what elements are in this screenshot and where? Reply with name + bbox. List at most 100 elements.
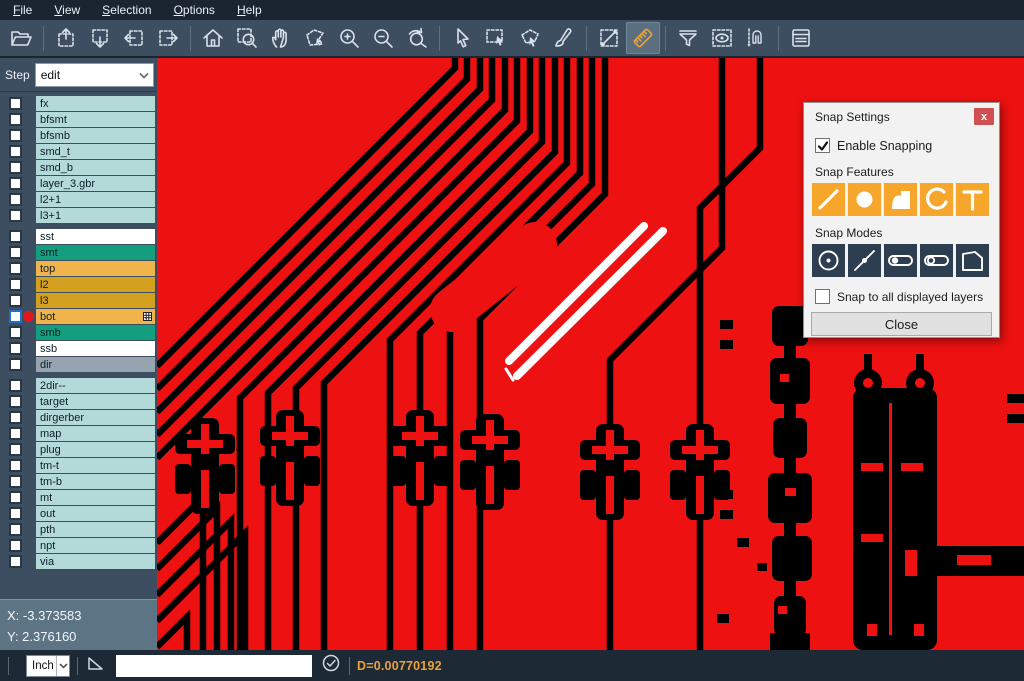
zoom-in-button[interactable]: [332, 22, 366, 54]
layer-name-cell[interactable]: bot: [36, 309, 155, 324]
layer-name-cell[interactable]: smb: [36, 325, 155, 340]
unit-combobox[interactable]: Inch: [26, 655, 70, 677]
layer-name-cell[interactable]: l2+1: [36, 192, 155, 207]
layer-name-cell[interactable]: mt: [36, 490, 155, 505]
layer-row-top[interactable]: top: [0, 260, 157, 276]
layer-visibility-checkbox[interactable]: [9, 246, 22, 259]
layer-visibility-checkbox[interactable]: [9, 97, 22, 110]
layer-row-smb[interactable]: smb: [0, 324, 157, 340]
snap-button[interactable]: [739, 22, 773, 54]
layer-visibility-checkbox[interactable]: [9, 230, 22, 243]
layer-visibility-checkbox[interactable]: [9, 411, 22, 424]
snap-feature-arc-button[interactable]: [920, 183, 953, 216]
measure-input[interactable]: [116, 655, 312, 677]
layer-visibility-checkbox[interactable]: [9, 523, 22, 536]
layer-visibility-checkbox[interactable]: [9, 129, 22, 142]
layer-row-smd_t[interactable]: smd_t: [0, 143, 157, 159]
step-combobox[interactable]: edit: [35, 63, 154, 87]
layer-visibility-checkbox[interactable]: [9, 113, 22, 126]
layer-row-smt[interactable]: smt: [0, 244, 157, 260]
layer-name-cell[interactable]: pth: [36, 522, 155, 537]
layer-visibility-checkbox[interactable]: [9, 539, 22, 552]
layer-visibility-checkbox[interactable]: [9, 443, 22, 456]
layer-row-bot[interactable]: bot: [0, 308, 157, 324]
layer-visibility-checkbox[interactable]: [9, 209, 22, 222]
layer-row-2dir--[interactable]: 2dir--: [0, 377, 157, 393]
menu-options[interactable]: Options: [163, 3, 226, 17]
layer-row-dir[interactable]: dir: [0, 356, 157, 372]
layer-visibility-checkbox[interactable]: [9, 193, 22, 206]
snap-mode-slot-outline-button[interactable]: [920, 244, 953, 277]
layer-visibility-checkbox[interactable]: [9, 379, 22, 392]
layer-row-plug[interactable]: plug: [0, 441, 157, 457]
pan-hand-button[interactable]: [264, 22, 298, 54]
layer-name-cell[interactable]: top: [36, 261, 155, 276]
enable-snapping-checkbox[interactable]: [815, 138, 830, 153]
zoom-polygon-button[interactable]: [298, 22, 332, 54]
layer-name-cell[interactable]: plug: [36, 442, 155, 457]
layer-row-dirgerber[interactable]: dirgerber: [0, 409, 157, 425]
pan-up-button[interactable]: [49, 22, 83, 54]
layer-visibility-checkbox[interactable]: [9, 459, 22, 472]
layer-name-cell[interactable]: dir: [36, 357, 155, 372]
dialog-close-action-button[interactable]: Close: [811, 312, 992, 336]
layer-row-l2[interactable]: l2: [0, 276, 157, 292]
view-options-button[interactable]: [705, 22, 739, 54]
layer-name-cell[interactable]: tm-b: [36, 474, 155, 489]
layer-visibility-checkbox[interactable]: [9, 395, 22, 408]
layer-name-cell[interactable]: map: [36, 426, 155, 441]
layer-row-l2+1[interactable]: l2+1: [0, 191, 157, 207]
layer-row-npt[interactable]: npt: [0, 537, 157, 553]
layer-row-tm-b[interactable]: tm-b: [0, 473, 157, 489]
layer-name-cell[interactable]: l2: [36, 277, 155, 292]
layer-row-via[interactable]: via: [0, 553, 157, 569]
layer-row-l3[interactable]: l3: [0, 292, 157, 308]
layer-name-cell[interactable]: smt: [36, 245, 155, 260]
layer-name-cell[interactable]: tm-t: [36, 458, 155, 473]
layer-visibility-checkbox[interactable]: [9, 507, 22, 520]
snap-mode-corner-button[interactable]: [956, 244, 989, 277]
zoom-window-button[interactable]: [230, 22, 264, 54]
layer-visibility-checkbox[interactable]: [9, 342, 22, 355]
grid-icon[interactable]: [143, 312, 152, 321]
layer-name-cell[interactable]: smd_t: [36, 144, 155, 159]
layer-visibility-checkbox[interactable]: [9, 326, 22, 339]
dialog-close-button[interactable]: x: [974, 108, 994, 125]
layer-name-cell[interactable]: l3: [36, 293, 155, 308]
layer-name-cell[interactable]: out: [36, 506, 155, 521]
layer-name-cell[interactable]: smd_b: [36, 160, 155, 175]
layer-row-bfsmb[interactable]: bfsmb: [0, 127, 157, 143]
layer-name-cell[interactable]: bfsmb: [36, 128, 155, 143]
layer-name-cell[interactable]: npt: [36, 538, 155, 553]
report-button[interactable]: [784, 22, 818, 54]
select-arrow-button[interactable]: [445, 22, 479, 54]
layer-visibility-checkbox[interactable]: [9, 358, 22, 371]
layer-name-cell[interactable]: target: [36, 394, 155, 409]
layer-visibility-checkbox[interactable]: [9, 427, 22, 440]
layer-name-cell[interactable]: fx: [36, 96, 155, 111]
snap-mode-center-button[interactable]: [812, 244, 845, 277]
layer-visibility-checkbox[interactable]: [9, 491, 22, 504]
layer-name-cell[interactable]: 2dir--: [36, 378, 155, 393]
zoom-previous-button[interactable]: [400, 22, 434, 54]
layer-row-pth[interactable]: pth: [0, 521, 157, 537]
layer-row-tm-t[interactable]: tm-t: [0, 457, 157, 473]
menu-file[interactable]: File: [2, 3, 43, 17]
layer-row-mt[interactable]: mt: [0, 489, 157, 505]
layer-visibility-checkbox[interactable]: [9, 145, 22, 158]
pan-left-button[interactable]: [117, 22, 151, 54]
layer-name-cell[interactable]: ssb: [36, 341, 155, 356]
layer-row-ssb[interactable]: ssb: [0, 340, 157, 356]
layer-visibility-checkbox[interactable]: [9, 278, 22, 291]
pan-down-button[interactable]: [83, 22, 117, 54]
layer-visibility-checkbox[interactable]: [9, 161, 22, 174]
snap-feature-circle-button[interactable]: [848, 183, 881, 216]
menu-help[interactable]: Help: [226, 3, 273, 17]
layer-row-target[interactable]: target: [0, 393, 157, 409]
menu-view[interactable]: View: [43, 3, 91, 17]
select-polygon-button[interactable]: [513, 22, 547, 54]
menu-selection[interactable]: Selection: [91, 3, 162, 17]
open-file-button[interactable]: [4, 22, 38, 54]
layer-row-sst[interactable]: sst: [0, 228, 157, 244]
apply-check-icon[interactable]: [320, 652, 342, 679]
